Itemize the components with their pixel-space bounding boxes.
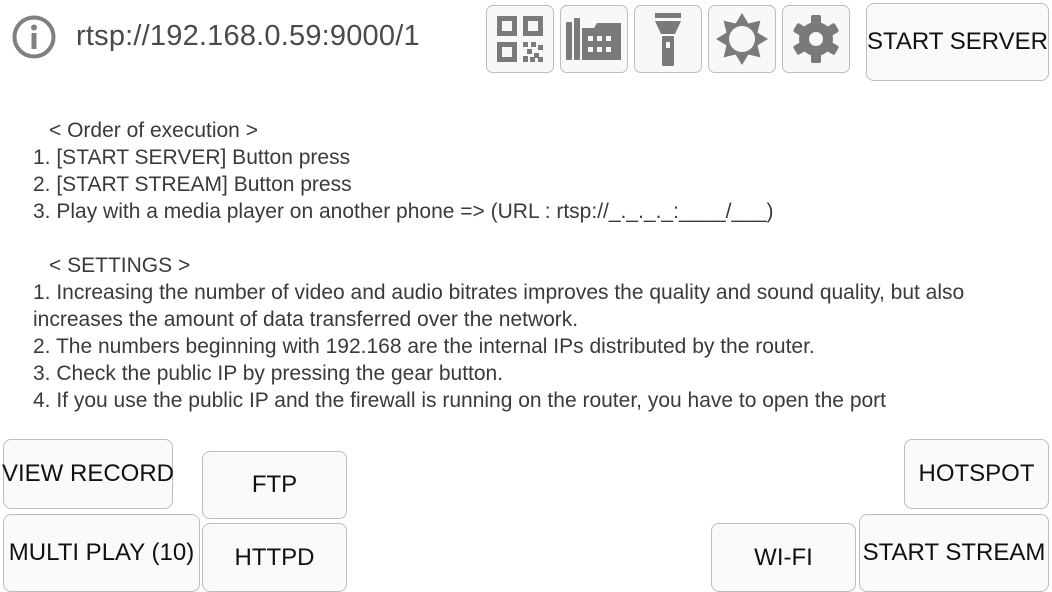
stream-url: rtsp://192.168.0.59:9000/1 (76, 20, 420, 52)
order-step: 1. [START SERVER] Button press (33, 146, 351, 169)
brightness-button[interactable] (708, 5, 776, 73)
instructions-panel: < Order of execution > 1. [START SERVER]… (33, 117, 1033, 416)
order-heading: < Order of execution > (49, 119, 258, 142)
order-step: 2. [START STREAM] Button press (33, 173, 352, 196)
start-server-button[interactable]: START SERVER (866, 3, 1049, 81)
start-stream-button[interactable]: START STREAM (859, 514, 1049, 592)
brightness-icon (716, 13, 768, 65)
qr-code-icon (497, 16, 543, 62)
hotspot-button[interactable]: HOTSPOT (904, 439, 1049, 509)
view-record-button[interactable]: VIEW RECORD (2, 439, 174, 509)
qr-code-button[interactable] (486, 5, 554, 73)
settings-gear-icon (793, 15, 839, 63)
order-step: 3. Play with a media player on another p… (33, 200, 774, 223)
flashlight-icon (655, 13, 681, 66)
files-button[interactable] (560, 5, 628, 73)
settings-item: 1. Increasing the number of video and au… (33, 281, 965, 331)
settings-item: 2. The numbers beginning with 192.168 ar… (33, 335, 815, 358)
settings-item: 4. If you use the public IP and the fire… (33, 389, 887, 412)
httpd-button[interactable]: HTTPD (202, 523, 347, 592)
settings-button[interactable] (782, 5, 850, 73)
files-icon (566, 18, 621, 60)
ftp-button[interactable]: FTP (202, 451, 347, 519)
settings-item: 3. Check the public IP by pressing the g… (33, 362, 504, 385)
flashlight-button[interactable] (634, 5, 702, 73)
multi-play-button[interactable]: MULTI PLAY (10) (3, 514, 200, 592)
settings-heading: < SETTINGS > (49, 254, 191, 277)
info-icon[interactable] (11, 14, 57, 60)
wifi-button[interactable]: WI-FI (711, 523, 856, 592)
